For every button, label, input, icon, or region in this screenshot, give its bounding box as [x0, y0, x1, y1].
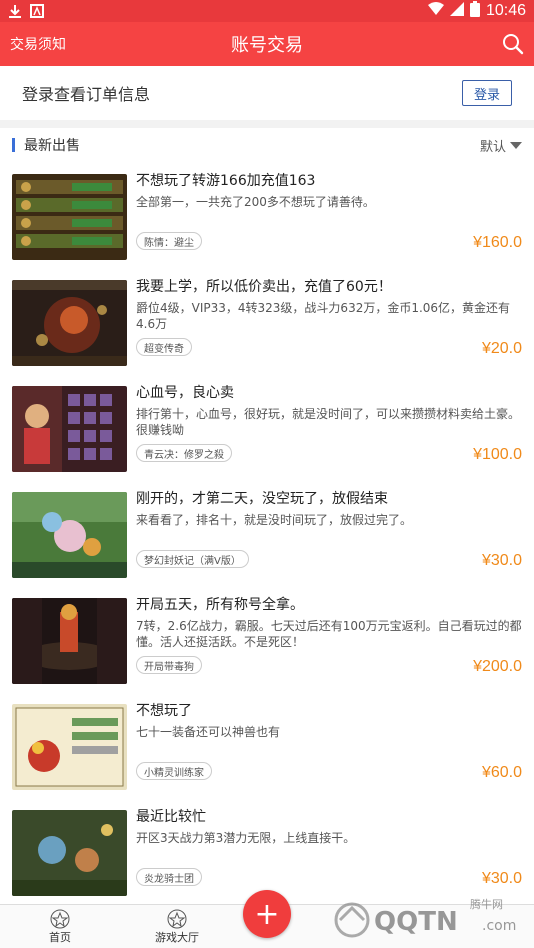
status-bar: 10:46 [0, 0, 534, 22]
search-icon[interactable] [502, 33, 524, 55]
signal-icon [449, 2, 464, 20]
game-tag: 小精灵训练家 [136, 762, 212, 780]
listing-price: ¥30.0 [481, 552, 522, 569]
listing-title: 不想玩了 [136, 703, 192, 719]
game-tag: 陈情：避尘 [136, 232, 202, 250]
section-title: 最新出售 [24, 138, 80, 154]
listing-description: 来看看了，排名十，就是没时间玩了，放假过完了。 [136, 513, 413, 527]
download-icon [8, 4, 22, 18]
latest-listings: 最新出售 默认 不想玩了转游166加充值163 全部第一，一共充了200多不想玩… [0, 128, 534, 904]
listing-description: 开区3天战力第3潜力无限，上线直接干。 [136, 831, 356, 845]
star-icon [167, 909, 187, 929]
svg-text:腾牛网: 腾牛网 [470, 897, 503, 911]
svg-text:QQTN: QQTN [374, 907, 458, 937]
listing-thumbnail [12, 174, 127, 260]
game-tag: 开局带毒狗 [136, 656, 202, 674]
listing-item[interactable]: 刚开的，才第二天，没空玩了，放假结束 来看看了，排名十，就是没时间玩了，放假过完… [0, 488, 534, 594]
wifi-icon [427, 2, 444, 20]
listing-title: 刚开的，才第二天，没空玩了，放假结束 [136, 491, 388, 507]
listing-description: 7转，2.6亿战力，霸服。七天过后还有100万元宝返利。自己看玩过的都懂。活人还… [136, 619, 522, 649]
star-icon [50, 909, 70, 929]
listing-description: 爵位4级，VIP33，4转323级，战斗力632万，金币1.06亿，黄金还有4.… [136, 301, 511, 331]
listing-price: ¥200.0 [473, 658, 522, 675]
login-button[interactable]: 登录 [462, 80, 512, 106]
listing-description: 排行第十，心血号，很好玩，就是没时间了，可以来攒攒材料卖给土豪。很赚钱呦 [136, 407, 521, 437]
listing-title: 不想玩了转游166加充值163 [136, 173, 316, 189]
trade-notice-link[interactable]: 交易须知 [10, 34, 66, 54]
listing-thumbnail [12, 280, 127, 366]
nav-game-hall[interactable]: 游戏大厅 [137, 909, 217, 945]
login-prompt: 登录查看订单信息 [22, 85, 151, 104]
sort-dropdown[interactable]: 默认 [480, 136, 522, 155]
chevron-down-icon [510, 141, 522, 149]
listing-thumbnail [12, 598, 127, 684]
svg-text:.com: .com [482, 918, 516, 934]
app-header: 交易须知 账号交易 [0, 22, 534, 66]
section-header: 最新出售 默认 [0, 128, 534, 162]
listing-thumbnail [12, 492, 127, 578]
game-tag: 超变传奇 [136, 338, 192, 356]
listing-item[interactable]: 心血号，良心卖 排行第十，心血号，很好玩，就是没时间了，可以来攒攒材料卖给土豪。… [0, 382, 534, 488]
battery-icon [469, 1, 480, 21]
listing-description: 全部第一，一共充了200多不想玩了请善待。 [136, 195, 375, 209]
login-banner: 登录查看订单信息 登录 [0, 66, 534, 120]
listing-price: ¥100.0 [473, 446, 522, 463]
watermark-logo: QQTN .com 腾牛网 [330, 892, 530, 944]
listing-item[interactable]: 开局五天，所有称号全拿。 7转，2.6亿战力，霸服。七天过后还有100万元宝返利… [0, 594, 534, 700]
listing-description: 七十一装备还可以神兽也有 [136, 725, 281, 739]
listing-title: 最近比较忙 [136, 809, 206, 825]
listing-item[interactable]: 不想玩了转游166加充值163 全部第一，一共充了200多不想玩了请善待。 陈情… [0, 170, 534, 276]
listing-title: 我要上学，所以低价卖出，充值了60元！ [136, 279, 392, 295]
nav-game-hall-label: 游戏大厅 [155, 931, 199, 944]
game-tag: 梦幻封妖记（满V版） [136, 550, 249, 568]
listing-thumbnail [12, 810, 127, 896]
listing-price: ¥30.0 [481, 870, 522, 887]
nav-home-label: 首页 [49, 931, 71, 944]
nav-home[interactable]: 首页 [20, 909, 100, 945]
listing-item[interactable]: 不想玩了 七十一装备还可以神兽也有 小精灵训练家 ¥60.0 [0, 700, 534, 806]
listing-title: 心血号，良心卖 [136, 385, 234, 401]
game-tag: 炎龙骑士团 [136, 868, 202, 886]
add-listing-button[interactable]: + [243, 890, 291, 938]
listing-title: 开局五天，所有称号全拿。 [136, 597, 304, 613]
listing-thumbnail [12, 704, 127, 790]
listing-price: ¥20.0 [481, 340, 522, 357]
listing-price: ¥60.0 [481, 764, 522, 781]
listing-thumbnail [12, 386, 127, 472]
listing-item[interactable]: 我要上学，所以低价卖出，充值了60元！ 爵位4级，VIP33，4转323级，战斗… [0, 276, 534, 382]
section-accent-bar [12, 138, 15, 152]
status-time: 10:46 [485, 2, 526, 19]
sort-label: 默认 [479, 139, 506, 155]
page-title: 账号交易 [231, 35, 303, 56]
app-notification-icon [30, 4, 44, 18]
game-tag: 青云决：修罗之殺 [136, 444, 232, 462]
listing-price: ¥160.0 [473, 234, 522, 251]
